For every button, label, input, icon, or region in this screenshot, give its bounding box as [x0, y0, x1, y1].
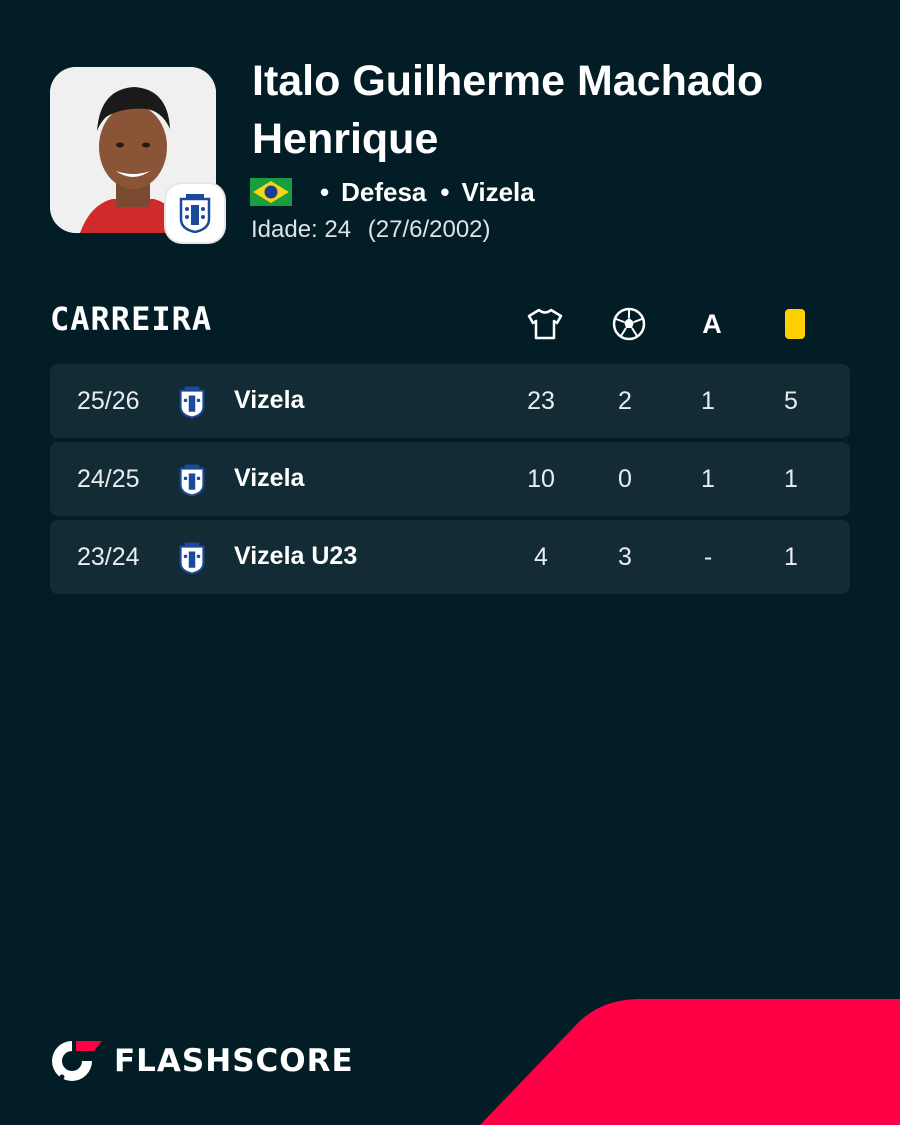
vizela-crest-icon: [179, 386, 205, 419]
row-appearances: 10: [527, 465, 555, 493]
row-club: Vizela U23: [234, 542, 358, 570]
row-appearances: 23: [527, 387, 555, 415]
flashscore-logo-icon: [52, 1041, 102, 1081]
career-row: 23/24 Vizela U23 4 3 - 1: [50, 520, 850, 594]
career-table: 25/26 Vizela 23 2 1 5 24/25 Vizela 10 0 …: [50, 364, 850, 598]
player-club: Vizela: [461, 176, 535, 207]
goals-column-header: [599, 304, 659, 344]
separator-dot: •: [440, 176, 450, 207]
row-season: 24/25: [77, 465, 140, 493]
row-yellow-cards: 5: [784, 387, 798, 415]
row-assists: 1: [701, 465, 715, 493]
flashscore-logo: FLASHSCORE: [50, 1037, 354, 1085]
vizela-crest-icon: [179, 194, 211, 233]
row-season: 25/26: [77, 387, 140, 415]
row-club: Vizela: [234, 464, 305, 492]
career-row: 24/25 Vizela 10 0 1 1: [50, 442, 850, 516]
player-birth-date: (27/6/2002): [367, 216, 491, 243]
row-appearances: 4: [534, 543, 548, 571]
section-title: CARREIRA: [50, 300, 213, 338]
assists-column-header: A: [682, 304, 742, 344]
yellow-card-icon: [785, 309, 805, 339]
row-assists: -: [703, 543, 713, 571]
player-name: Italo Guilherme Machado Henrique: [252, 57, 764, 163]
career-row: 25/26 Vizela 23 2 1 5: [50, 364, 850, 438]
assist-icon: A: [702, 308, 722, 339]
soccer-ball-icon: [612, 307, 646, 341]
separator-dot: •: [320, 176, 330, 207]
club-badge: [166, 184, 224, 242]
row-goals: 2: [618, 387, 632, 415]
red-corner-decoration: [480, 999, 900, 1125]
player-position: Defesa: [341, 176, 427, 207]
player-meta: • Defesa • Vizela: [250, 175, 535, 209]
row-goals: 3: [618, 543, 632, 571]
row-season: 23/24: [77, 543, 140, 571]
player-age-row: Idade: 24 (27/6/2002): [251, 216, 491, 244]
shirt-icon: [527, 308, 563, 340]
vizela-crest-icon: [179, 542, 205, 575]
brazil-flag-icon: [250, 178, 292, 206]
appearances-column-header: [515, 304, 575, 344]
row-yellow-cards: 1: [784, 465, 798, 493]
yellow-cards-column-header: [765, 304, 825, 344]
row-club: Vizela: [234, 386, 305, 414]
vizela-crest-icon: [179, 464, 205, 497]
brand-name: FLASHSCORE: [114, 1043, 354, 1079]
row-yellow-cards: 1: [784, 543, 798, 571]
row-goals: 0: [618, 465, 632, 493]
player-age: Idade: 24: [251, 216, 352, 243]
row-assists: 1: [701, 387, 715, 415]
